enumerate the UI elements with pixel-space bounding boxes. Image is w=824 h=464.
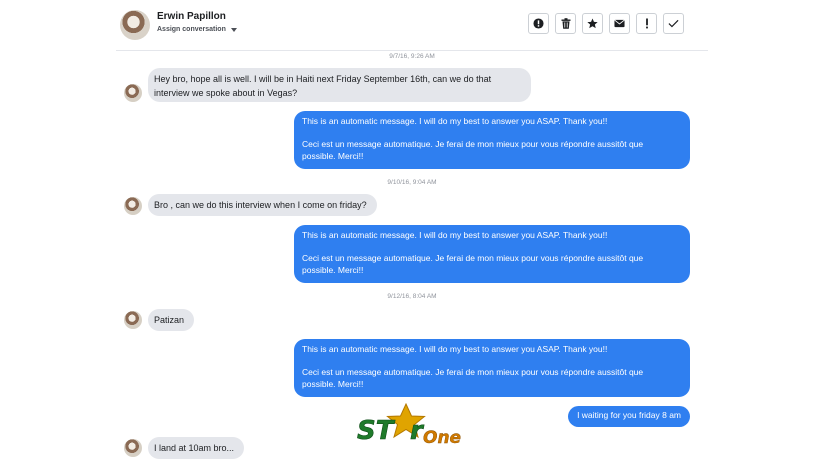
outgoing-message[interactable]: I waiting for you friday 8 am (568, 406, 690, 427)
outgoing-message[interactable]: This is an automatic message. I will do … (294, 111, 690, 169)
conversation-header: Erwin Papillon Assign conversation (116, 0, 708, 51)
caret-down-icon (230, 27, 237, 32)
incoming-message[interactable]: Hey bro, hope all is well. I will be in … (148, 68, 531, 102)
logo-text-st: ST (357, 416, 396, 446)
outgoing-message[interactable]: This is an automatic message. I will do … (294, 225, 690, 283)
assign-conversation-label: Assign conversation (157, 26, 226, 33)
auto-reply-english: This is an automatic message. I will do … (302, 116, 608, 126)
outgoing-message[interactable]: This is an automatic message. I will do … (294, 339, 690, 397)
auto-reply-french-end: possible. Merci!! (302, 150, 364, 161)
contact-avatar[interactable] (120, 10, 150, 40)
envelope-icon (614, 19, 625, 28)
sender-avatar (124, 197, 142, 215)
star-icon (587, 18, 598, 29)
check-icon (668, 19, 679, 28)
message-line: Hey bro, hope all is well. I will be in … (154, 74, 492, 84)
timestamp: 9/12/16, 8:04 AM (387, 293, 437, 300)
mark-done-button[interactable] (663, 13, 684, 34)
timestamp: 9/10/16, 9:04 AM (387, 179, 437, 186)
contact-name[interactable]: Erwin Papillon (157, 11, 226, 22)
star-button[interactable] (582, 13, 603, 34)
auto-reply-english: This is an automatic message. I will do … (302, 344, 608, 354)
auto-reply-french-end: possible. Merci!! (302, 264, 364, 275)
header-actions (528, 13, 684, 34)
auto-reply-french: Ceci est un message automatique. Je fera… (302, 139, 644, 149)
assign-conversation-dropdown[interactable]: Assign conversation (157, 26, 237, 33)
sender-avatar (124, 84, 142, 102)
auto-reply-french-end: possible. Merci!! (302, 378, 364, 389)
mark-unread-button[interactable] (609, 13, 630, 34)
incoming-message[interactable]: Patizan (148, 309, 195, 331)
exclamation-icon (645, 18, 648, 29)
auto-reply-english: This is an automatic message. I will do … (302, 230, 608, 240)
mark-important-button[interactable] (636, 13, 657, 34)
alert-circle-icon (533, 18, 544, 29)
message-line: interview we spoke about in Vegas? (154, 88, 298, 98)
timestamp: 9/7/16, 9:26 AM (389, 53, 435, 60)
sender-avatar (124, 311, 142, 329)
trash-icon (561, 18, 570, 29)
sender-avatar (124, 439, 142, 457)
starone-logo: ST r One (357, 403, 461, 447)
incoming-message[interactable]: Bro , can we do this interview when I co… (148, 194, 377, 216)
incoming-message[interactable]: I land at 10am bro... (148, 437, 245, 459)
auto-reply-french: Ceci est un message automatique. Je fera… (302, 367, 644, 377)
mark-spam-button[interactable] (528, 13, 549, 34)
auto-reply-french: Ceci est un message automatique. Je fera… (302, 253, 644, 263)
logo-text-one: One (423, 428, 461, 447)
delete-button[interactable] (555, 13, 576, 34)
